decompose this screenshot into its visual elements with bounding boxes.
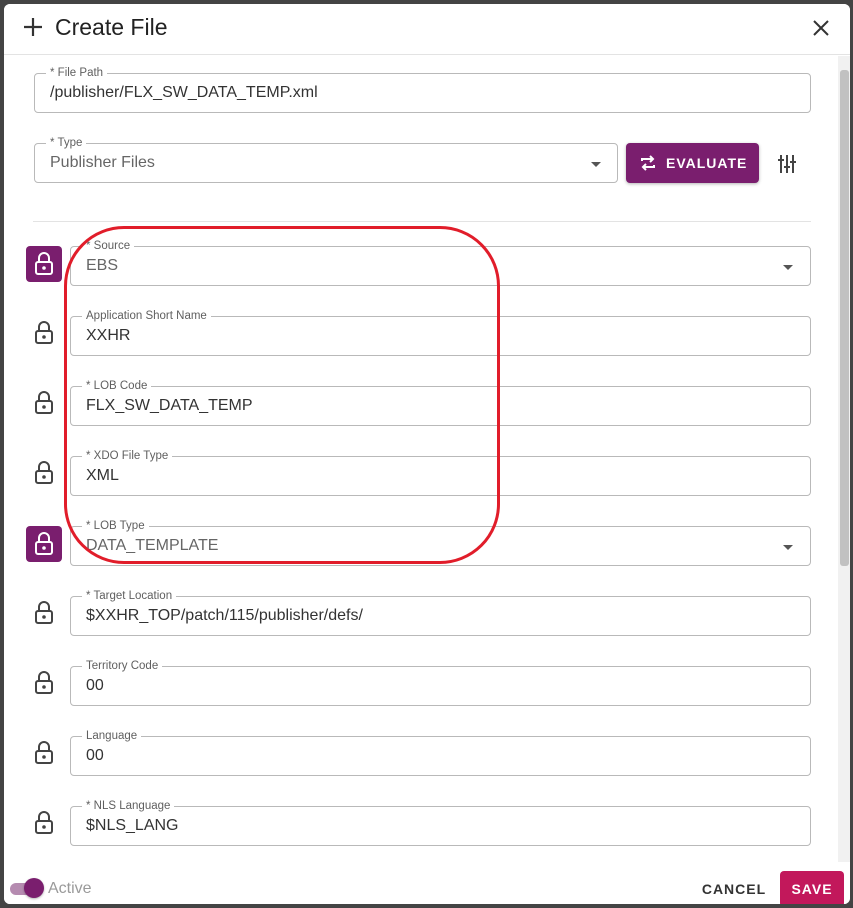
xdo-file-type-value: XML bbox=[86, 467, 119, 484]
language-value: 00 bbox=[86, 747, 104, 764]
nls-language-field[interactable]: * NLS Language $NLS_LANG bbox=[70, 799, 811, 846]
chevron-down-icon bbox=[591, 162, 601, 167]
lock-icon[interactable] bbox=[32, 740, 56, 766]
lock-toggle-source[interactable] bbox=[26, 246, 62, 282]
dialog-title: Create File bbox=[55, 14, 168, 40]
language-field[interactable]: Language 00 bbox=[70, 729, 811, 776]
lob-type-value: DATA_TEMPLATE bbox=[86, 537, 219, 554]
dialog-content: * File Path /publisher/FLX_SW_DATA_TEMP.… bbox=[4, 55, 834, 861]
lob-code-value: FLX_SW_DATA_TEMP bbox=[86, 397, 253, 414]
language-label: Language bbox=[82, 729, 142, 743]
lock-icon bbox=[35, 252, 53, 275]
type-label: * Type bbox=[46, 136, 87, 150]
territory-code-label: Territory Code bbox=[82, 659, 163, 673]
file-path-label: * File Path bbox=[46, 66, 108, 80]
plus-icon bbox=[24, 18, 42, 36]
type-value: Publisher Files bbox=[50, 154, 155, 171]
lob-type-select[interactable]: * LOB Type DATA_TEMPLATE bbox=[70, 519, 811, 566]
xdo-file-type-field[interactable]: * XDO File Type XML bbox=[70, 449, 811, 496]
lock-icon[interactable] bbox=[32, 460, 56, 486]
save-button[interactable]: SAVE bbox=[780, 871, 844, 904]
swap-arrows-icon bbox=[641, 155, 655, 171]
application-short-name-field[interactable]: Application Short Name XXHR bbox=[70, 309, 811, 356]
lock-icon[interactable] bbox=[32, 320, 56, 346]
application-short-name-value: XXHR bbox=[86, 327, 131, 344]
lob-type-label: * LOB Type bbox=[82, 519, 149, 533]
lock-icon[interactable] bbox=[32, 390, 56, 416]
dialog-titlebar: Create File bbox=[4, 4, 850, 55]
source-value: EBS bbox=[86, 257, 119, 274]
section-divider bbox=[33, 221, 811, 222]
nls-language-value: $NLS_LANG bbox=[86, 817, 179, 834]
active-label: Active bbox=[48, 880, 92, 897]
lock-icon[interactable] bbox=[32, 600, 56, 626]
dialog-footer: Active CANCEL SAVE bbox=[4, 862, 850, 904]
tune-icon[interactable] bbox=[776, 153, 798, 175]
lob-code-field[interactable]: * LOB Code FLX_SW_DATA_TEMP bbox=[70, 379, 811, 426]
territory-code-value: 00 bbox=[86, 677, 104, 694]
type-select[interactable]: * Type Publisher Files bbox=[34, 136, 618, 183]
territory-code-field[interactable]: Territory Code 00 bbox=[70, 659, 811, 706]
evaluate-label: EVALUATE bbox=[666, 155, 748, 171]
file-path-value: /publisher/FLX_SW_DATA_TEMP.xml bbox=[50, 84, 318, 101]
lock-icon bbox=[35, 532, 53, 555]
application-short-name-label: Application Short Name bbox=[82, 309, 211, 323]
create-file-dialog: Create File * File Path /publisher/FLX_S… bbox=[4, 4, 850, 904]
lob-code-label: * LOB Code bbox=[82, 379, 152, 393]
nls-language-label: * NLS Language bbox=[82, 799, 175, 813]
target-location-field[interactable]: * Target Location $XXHR_TOP/patch/115/pu… bbox=[70, 589, 811, 636]
scrollbar-thumb[interactable] bbox=[840, 70, 849, 566]
lock-icon[interactable] bbox=[32, 810, 56, 836]
file-path-field[interactable]: * File Path /publisher/FLX_SW_DATA_TEMP.… bbox=[34, 66, 811, 113]
source-select[interactable]: * Source EBS bbox=[70, 239, 811, 286]
target-location-value: $XXHR_TOP/patch/115/publisher/defs/ bbox=[86, 607, 363, 624]
lock-toggle-lob-type[interactable] bbox=[26, 526, 62, 562]
evaluate-button[interactable]: EVALUATE bbox=[626, 143, 759, 183]
xdo-file-type-label: * XDO File Type bbox=[82, 449, 173, 463]
chevron-down-icon bbox=[783, 545, 793, 550]
target-location-label: * Target Location bbox=[82, 589, 177, 603]
cancel-button[interactable]: CANCEL bbox=[694, 874, 774, 904]
lock-icon[interactable] bbox=[32, 670, 56, 696]
source-label: * Source bbox=[82, 239, 135, 253]
active-toggle-knob[interactable] bbox=[24, 878, 44, 898]
chevron-down-icon bbox=[783, 265, 793, 270]
close-icon[interactable] bbox=[810, 17, 832, 39]
